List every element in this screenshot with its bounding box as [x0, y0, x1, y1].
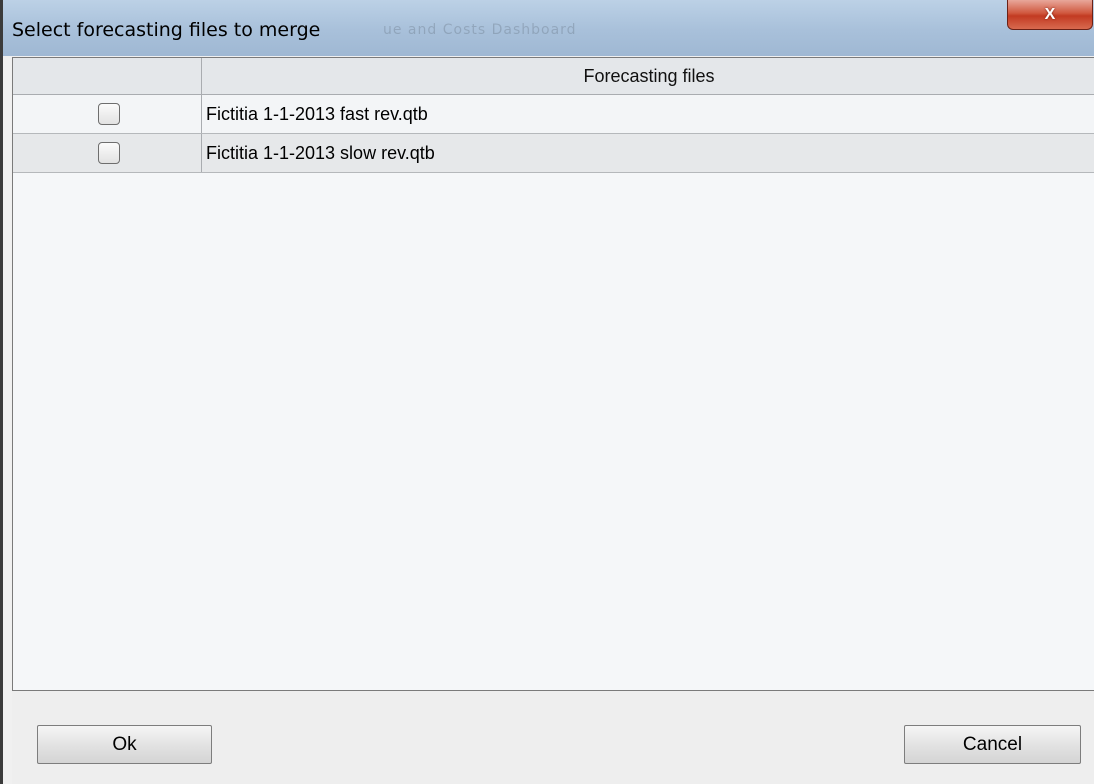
- table-row[interactable]: Fictitia 1-1-2013 fast rev.qtb: [13, 95, 1094, 134]
- cancel-button[interactable]: Cancel: [904, 725, 1081, 764]
- files-table: Forecasting files Fictitia 1-1-2013 fast…: [12, 57, 1094, 691]
- button-bar: Ok Cancel: [12, 691, 1094, 784]
- close-button[interactable]: X: [1007, 0, 1093, 30]
- file-checkbox[interactable]: [98, 103, 120, 125]
- background-window-title: ue and Costs Dashboard: [383, 22, 577, 38]
- ok-button[interactable]: Ok: [37, 725, 212, 764]
- checkbox-column-header[interactable]: [13, 58, 202, 94]
- forecasting-files-column-header[interactable]: Forecasting files: [202, 58, 1094, 94]
- merge-files-dialog: Select forecasting files to merge ue and…: [0, 0, 1094, 784]
- file-checkbox[interactable]: [98, 142, 120, 164]
- table-header: Forecasting files: [13, 58, 1094, 95]
- checkbox-cell: [13, 95, 202, 133]
- close-icon: X: [1044, 5, 1056, 23]
- dialog-title: Select forecasting files to merge: [12, 19, 321, 41]
- file-name: Fictitia 1-1-2013 fast rev.qtb: [206, 103, 428, 124]
- table-row[interactable]: Fictitia 1-1-2013 slow rev.qtb: [13, 134, 1094, 173]
- title-bar[interactable]: Select forecasting files to merge ue and…: [3, 0, 1094, 56]
- file-name: Fictitia 1-1-2013 slow rev.qtb: [206, 142, 435, 163]
- checkbox-cell: [13, 134, 202, 172]
